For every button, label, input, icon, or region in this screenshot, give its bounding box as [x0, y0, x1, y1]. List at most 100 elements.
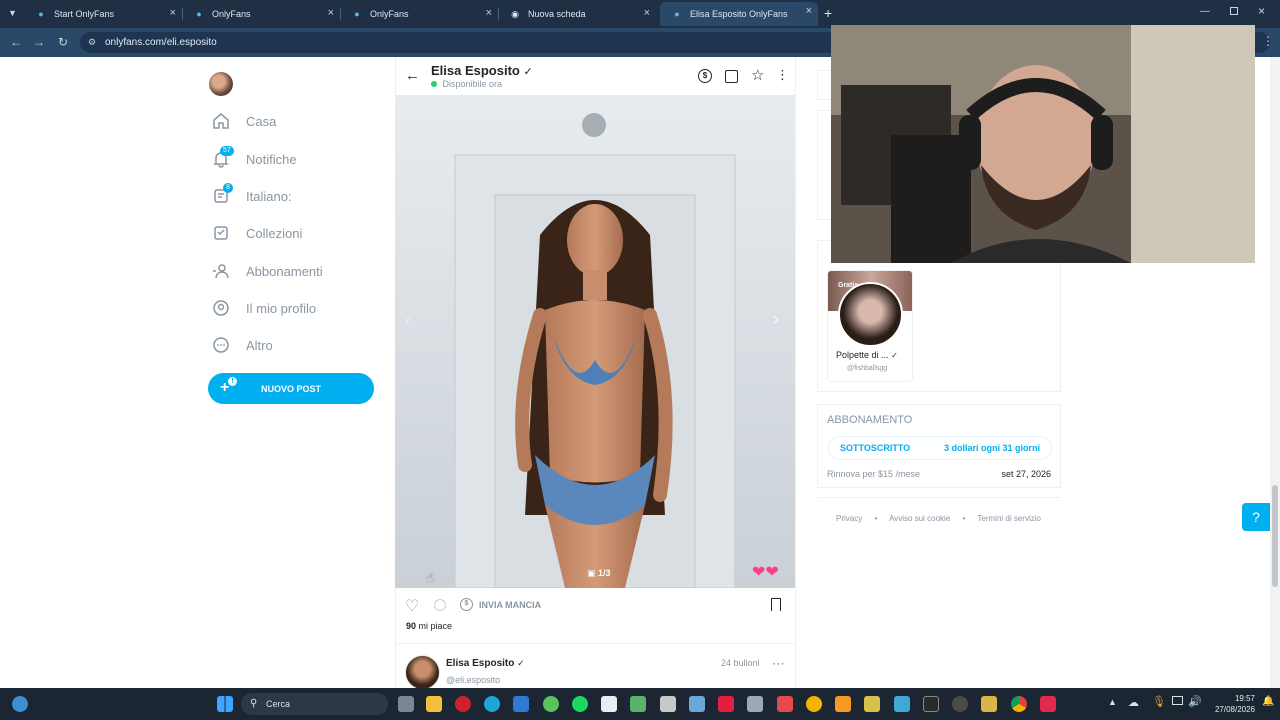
restore-icon[interactable]	[1230, 7, 1238, 15]
tab-start-onlyfans[interactable]: ● Start OnlyFans ×	[24, 4, 182, 24]
mail-icon[interactable]	[513, 696, 529, 712]
next-post-more-icon[interactable]: ⋯	[772, 656, 785, 672]
widgets-icon[interactable]	[12, 696, 28, 712]
opera-icon[interactable]	[455, 696, 471, 712]
star-icon[interactable]: ☆	[751, 66, 764, 84]
next-post-avatar[interactable]	[405, 655, 440, 690]
suggestion-item[interactable]: Gratis Polpette di ... ✓ @fishballsgg	[827, 270, 913, 382]
edge-icon[interactable]	[484, 696, 500, 712]
close-tab-icon[interactable]: ×	[644, 7, 650, 19]
sidebar-item-abbonamenti[interactable]: Abbonamenti	[210, 259, 323, 283]
close-window-icon[interactable]: ×	[1258, 4, 1265, 18]
sidebar-item-label: Italiano:	[246, 188, 292, 204]
tray-chevron-icon[interactable]: ▲	[1108, 697, 1117, 707]
controller-icon[interactable]	[777, 696, 793, 712]
likes-suffix: mi piace	[418, 621, 453, 631]
back-arrow-icon[interactable]: ←	[8, 34, 24, 50]
app-icon[interactable]	[630, 696, 646, 712]
bookmark-icon[interactable]	[771, 598, 781, 611]
chrome-alt-icon[interactable]	[806, 696, 822, 712]
new-post-label: NUOVO POST	[260, 383, 321, 394]
tip-dollar-icon[interactable]: $	[698, 69, 712, 83]
tab-elisa-esposito[interactable]: ● Elisa Esposito OnlyFans ×	[660, 2, 818, 26]
tab-onlyfans-2[interactable]: ● OnlyFans ×	[340, 4, 498, 24]
comment-icon[interactable]	[434, 599, 446, 611]
media-app-icon[interactable]	[981, 696, 997, 712]
subscribed-button[interactable]: SOTTOSCRITTO 3 dollari ogni 31 giorni	[828, 436, 1052, 460]
app-red-icon[interactable]	[718, 696, 734, 712]
back-arrow-icon[interactable]: ←	[405, 67, 420, 84]
volume-icon[interactable]: 🔊	[1188, 695, 1202, 708]
search-app-icon[interactable]	[835, 696, 851, 712]
app-pink-icon[interactable]	[1040, 696, 1056, 712]
epic-games-icon[interactable]	[923, 696, 939, 712]
tab-new-tab[interactable]: ◉ Nuova scheda ×	[498, 4, 656, 24]
new-post-button[interactable]: + ! NUOVO POST	[208, 373, 374, 404]
network-icon[interactable]	[1172, 696, 1183, 705]
close-tab-icon[interactable]: ×	[328, 7, 334, 19]
minimize-icon[interactable]: —	[1200, 6, 1210, 17]
more-options-icon[interactable]: ⋮	[776, 67, 789, 83]
avatar[interactable]	[209, 72, 233, 96]
send-tip-button[interactable]: $ INVIA MANCIA	[460, 598, 541, 611]
taskbar-search[interactable]: ⚲ Cerca	[241, 693, 388, 715]
page-scrollbar[interactable]	[1270, 57, 1280, 688]
new-tab-button[interactable]: +	[824, 5, 832, 21]
close-tab-icon[interactable]: ×	[486, 7, 492, 19]
sidebar-item-collezioni[interactable]: Collezioni	[210, 221, 302, 245]
onlyfans-favicon-icon: ●	[674, 9, 680, 19]
like-heart-icon[interactable]: ♡	[405, 596, 419, 616]
message-icon[interactable]	[725, 70, 738, 83]
gallery-app-icon[interactable]	[864, 696, 880, 712]
sidebar-item-notifiche[interactable]: 57 Notifiche	[210, 146, 297, 171]
chess-icon[interactable]	[660, 696, 676, 712]
next-post-handle[interactable]: @eli.esposito	[446, 675, 500, 685]
verified-icon: ✓️	[523, 66, 533, 78]
tab-label: Elisa Esposito OnlyFans	[690, 9, 788, 19]
app-green-icon[interactable]	[543, 696, 559, 712]
terms-link[interactable]: Termini di servizio	[977, 514, 1041, 523]
close-tab-icon[interactable]: ×	[806, 5, 812, 17]
creator-name[interactable]: Elisa Esposito ✓️	[431, 63, 533, 78]
sidebar-item-label: Casa	[246, 113, 277, 129]
start-icon[interactable]	[217, 696, 233, 712]
store-icon[interactable]	[601, 696, 617, 712]
close-tab-icon[interactable]: ×	[170, 7, 176, 19]
scrollbar-thumb[interactable]	[1272, 485, 1278, 587]
game-icon[interactable]	[747, 696, 763, 712]
message-count-badge: 8	[223, 183, 233, 193]
privacy-link[interactable]: Privacy	[836, 514, 862, 523]
onlyfans-favicon-icon: ●	[38, 9, 44, 19]
spotify-icon[interactable]	[572, 696, 588, 712]
sidebar-item-altro[interactable]: Altro	[210, 333, 273, 357]
carousel-next-icon[interactable]: ›	[773, 309, 779, 330]
sidebar-item-casa[interactable]: Casa	[210, 109, 276, 133]
notifications-bell-icon[interactable]: 🔔	[1262, 696, 1274, 707]
next-post-creator-name[interactable]: Elisa Esposito ✓	[446, 658, 525, 669]
post-photo[interactable]: ‹ › ▣ 1/3 ❤❤	[395, 95, 795, 588]
tab-list-icon[interactable]: ▼	[8, 8, 17, 18]
footer-links: Privacy • Avviso sui cookie • Termini di…	[836, 514, 1041, 523]
site-info-icon[interactable]: ⚙	[88, 32, 96, 53]
cookie-notice-link[interactable]: Avviso sui cookie	[889, 514, 950, 523]
task-view-icon[interactable]	[398, 696, 414, 712]
tab-onlyfans-1[interactable]: ● OnlyFans ×	[182, 4, 340, 24]
app-grid-icon[interactable]	[689, 696, 705, 712]
microphone-icon[interactable]: 🎙	[1152, 695, 1166, 708]
browser-menu-icon[interactable]: ⋮	[1262, 34, 1274, 48]
sidebar-item-messages[interactable]: 8 Italiano:	[210, 183, 292, 208]
reload-icon[interactable]: ↻	[55, 34, 71, 50]
carousel-prev-icon[interactable]: ‹	[405, 312, 410, 330]
chrome-icon[interactable]	[1011, 696, 1027, 712]
obs-icon[interactable]	[952, 696, 968, 712]
mouse-pointer-icon: ☝	[426, 570, 434, 585]
help-button[interactable]: ?	[1242, 503, 1270, 531]
file-explorer-icon[interactable]	[426, 696, 442, 712]
sidebar-item-il-mio-profilo[interactable]: Il mio profilo	[210, 296, 316, 320]
forward-arrow-icon[interactable]: →	[31, 34, 47, 50]
likes-count: 90 mi piace	[406, 621, 452, 631]
cloud-icon[interactable]: ☁	[1128, 696, 1139, 709]
sidebar-item-label: Collezioni	[246, 225, 303, 241]
clock[interactable]: 19:57 27/08/2026	[1205, 693, 1255, 715]
download-app-icon[interactable]	[894, 696, 910, 712]
